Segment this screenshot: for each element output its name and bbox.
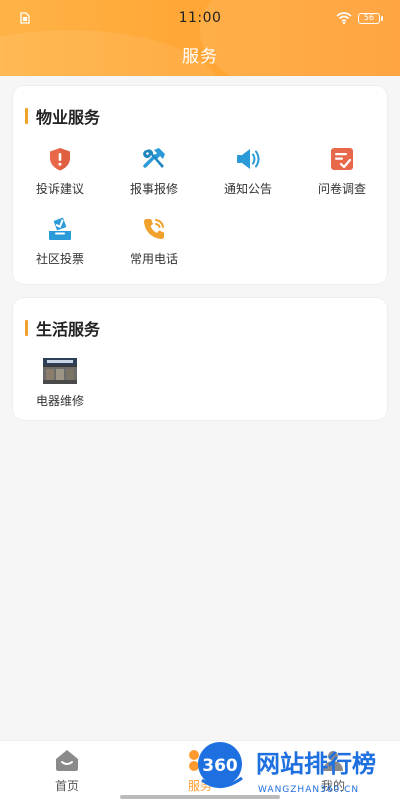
vote-icon (49, 217, 71, 240)
section-title: 生活服务 (25, 316, 100, 340)
header: 56 11:00 服务 (0, 0, 400, 76)
service-item-label: 问卷调查 (317, 182, 366, 196)
service-item-label: 通知公告 (223, 182, 272, 196)
speaker-icon (237, 149, 260, 169)
service-item-survey[interactable]: 问卷调查 (295, 142, 389, 202)
service-item-label: 电器维修 (35, 394, 84, 408)
watermark-logo: 360 网站排行榜 WANGZHAN360.CN (198, 742, 376, 795)
section-title-text: 生活服务 (36, 320, 101, 339)
service-item-notice[interactable]: 通知公告 (201, 142, 295, 202)
watermark-number: 360 (202, 756, 238, 776)
service-item-complaint[interactable]: 投诉建议 (13, 142, 107, 202)
service-item-label: 报事报修 (129, 182, 178, 196)
service-item-vote[interactable]: 社区投票 (13, 212, 107, 272)
section-title-text: 物业服务 (36, 108, 101, 127)
service-item-label: 投诉建议 (35, 182, 84, 196)
watermark-text: 网站排行榜 (256, 750, 376, 778)
property-services-card: 物业服务 投诉建议 报事报修 通知公告 问卷调查 社区投票 常用电话 (12, 85, 388, 285)
phone-icon (144, 219, 164, 239)
nav-item-home[interactable]: 首页 (27, 749, 107, 794)
life-services-card: 生活服务 电器维修 (12, 297, 388, 421)
section-accent-bar (25, 108, 28, 124)
page-title: 服务 (182, 47, 218, 67)
section-accent-bar (25, 320, 28, 336)
tools-icon (143, 148, 165, 168)
service-item-appliance-repair[interactable]: 电器维修 (13, 354, 107, 414)
shield-icon (50, 148, 70, 171)
storefront-icon (43, 358, 77, 384)
home-indicator (120, 795, 280, 799)
watermark-sub: WANGZHAN360.CN (258, 785, 359, 795)
nav-item-label: 首页 (54, 779, 79, 793)
status-time: 11:00 (178, 10, 222, 26)
service-item-repair[interactable]: 报事报修 (107, 142, 201, 202)
service-item-phone[interactable]: 常用电话 (107, 212, 201, 272)
home-icon (56, 750, 78, 771)
service-item-label: 常用电话 (129, 252, 178, 266)
survey-icon (331, 148, 353, 170)
section-title: 物业服务 (25, 104, 100, 128)
service-item-label: 社区投票 (35, 252, 84, 266)
